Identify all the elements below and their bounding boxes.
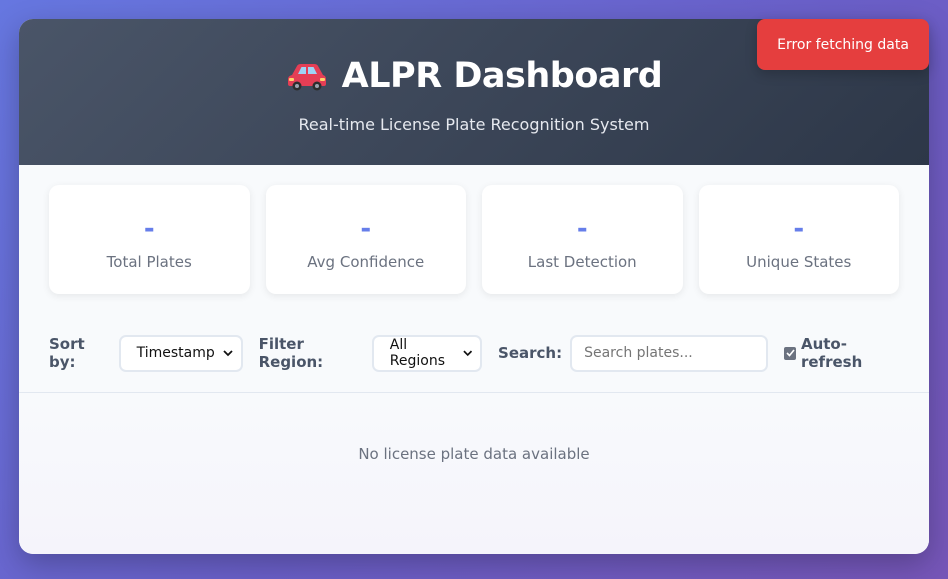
stat-label: Avg Confidence — [307, 253, 425, 271]
error-toast[interactable]: Error fetching data — [757, 19, 929, 70]
search-label: Search: — [498, 344, 563, 362]
stats-row: - Total Plates - Avg Confidence - Last D… — [49, 185, 899, 294]
sort-select-value: Timestamp — [136, 345, 215, 361]
stat-card-last-detection: - Last Detection — [482, 185, 683, 294]
plates-list-area — [19, 393, 929, 554]
stat-value: - — [360, 214, 372, 244]
chevron-down-icon — [222, 349, 233, 356]
stat-label: Last Detection — [527, 253, 637, 271]
controls-bar: Sort by: Timestamp Filter Region: All Re… — [49, 334, 899, 372]
page-title: ALPR Dashboard — [341, 56, 663, 96]
page-subtitle: Real-time License Plate Recognition Syst… — [298, 115, 650, 134]
car-icon — [287, 64, 326, 91]
search-input[interactable] — [570, 334, 769, 372]
dashboard-card: ALPR Dashboard Real-time License Plate R… — [19, 19, 929, 554]
check-icon — [785, 349, 795, 357]
sort-select[interactable]: Timestamp — [118, 334, 243, 372]
stat-value: - — [793, 214, 805, 244]
auto-refresh-checkbox[interactable] — [784, 346, 796, 360]
stat-card-avg-confidence: - Avg Confidence — [265, 185, 466, 294]
stat-card-unique-states: - Unique States — [698, 185, 899, 294]
region-select[interactable]: All Regions — [371, 334, 483, 372]
stat-value: - — [143, 214, 155, 244]
sort-label: Sort by: — [49, 335, 85, 371]
stat-label: Total Plates — [106, 253, 192, 271]
auto-refresh-label: Auto-refresh — [800, 335, 863, 371]
region-select-value: All Regions — [389, 337, 445, 369]
stat-card-total-plates: - Total Plates — [49, 185, 250, 294]
stat-value: - — [576, 214, 588, 244]
error-toast-message: Error fetching data — [777, 36, 909, 53]
stat-label: Unique States — [746, 253, 852, 271]
empty-state-message: No license plate data available — [358, 445, 590, 463]
chevron-down-icon — [462, 350, 472, 356]
region-label: Filter Region: — [258, 335, 324, 371]
